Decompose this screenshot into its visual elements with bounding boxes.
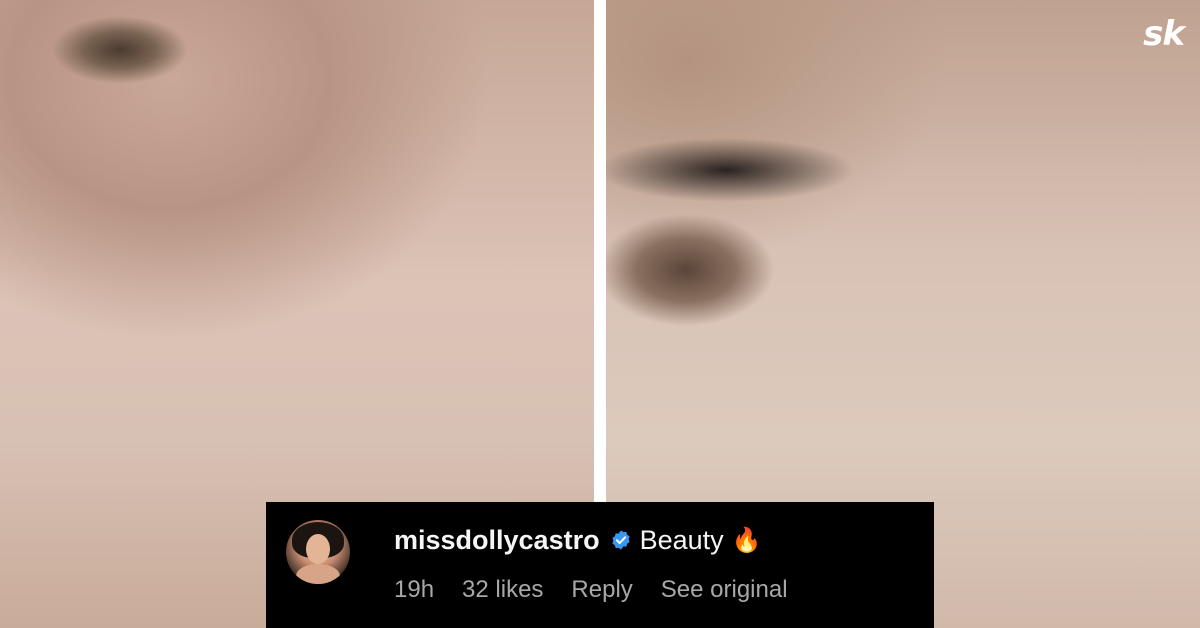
comment-meta-row: 19h 32 likes Reply See original <box>394 576 816 604</box>
username-link[interactable]: missdollycastro <box>394 525 600 556</box>
brand-logo: sk <box>1143 14 1185 54</box>
avatar-face-shape <box>306 534 330 564</box>
verified-badge-icon <box>611 530 630 550</box>
fire-emoji-icon: 🔥 <box>731 526 762 554</box>
avatar[interactable] <box>286 520 350 584</box>
comment-card: missdollycastro Beauty 🔥 19h 32 likes Re… <box>266 502 934 628</box>
reply-button[interactable]: Reply <box>571 576 632 604</box>
avatar-body-shape <box>296 564 340 584</box>
comment-text: Beauty <box>639 524 724 555</box>
comment-line: missdollycastro Beauty 🔥 <box>394 522 762 558</box>
likes-count-link[interactable]: 32 likes <box>462 576 543 604</box>
comment-time: 19h <box>394 576 435 603</box>
see-original-button[interactable]: See original <box>661 576 788 604</box>
